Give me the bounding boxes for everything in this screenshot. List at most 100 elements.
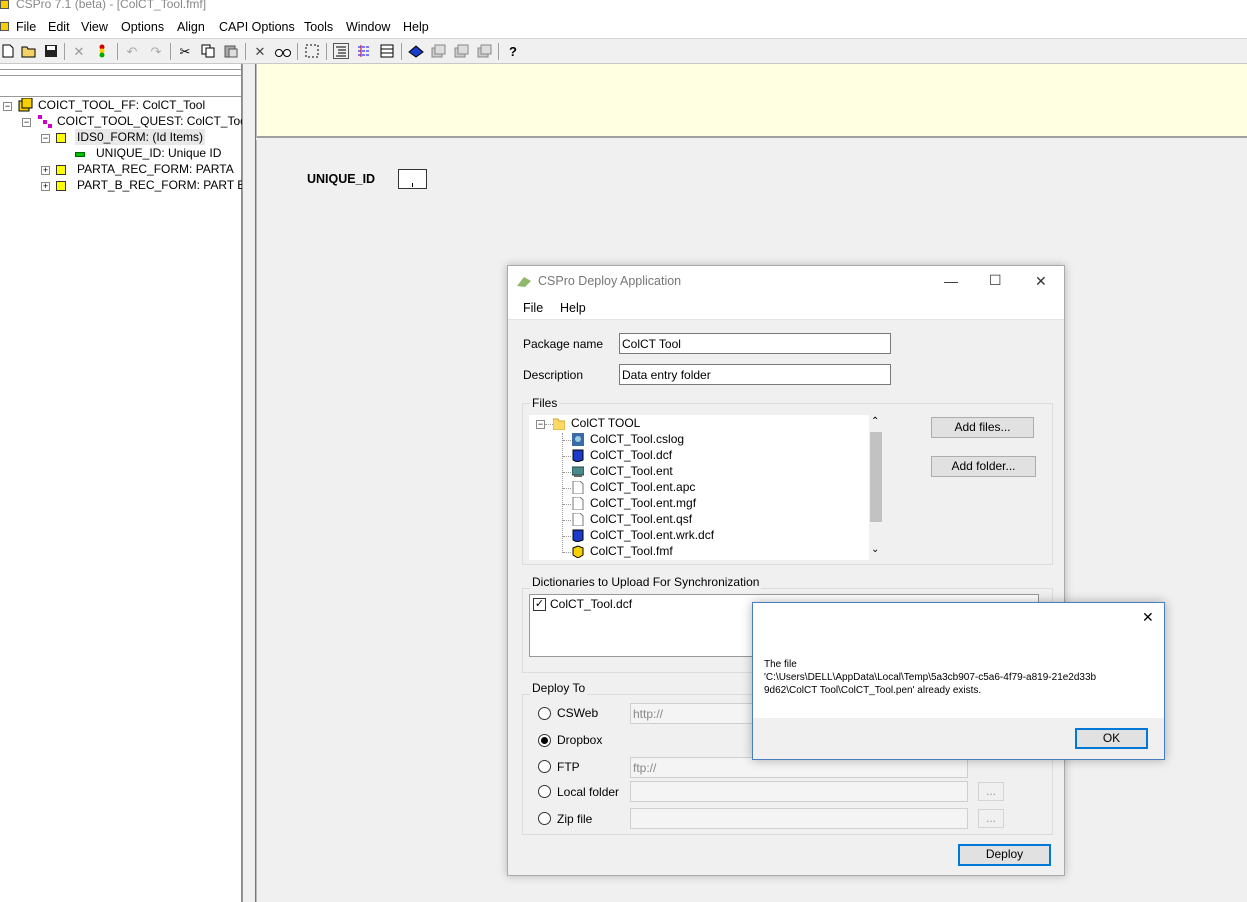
file-item[interactable]: ColCT_Tool.ent.apc [572,479,695,495]
menu-align[interactable]: Align [177,20,205,34]
ok-button[interactable]: OK [1075,728,1148,749]
menu-view[interactable]: View [81,20,108,34]
deploy-button[interactable]: Deploy [958,844,1051,866]
tree-item-label: COICT_TOOL_QUEST: ColCT_Tool q [57,114,260,128]
folder-item[interactable]: ColCT TOOL [553,415,640,431]
collapse-icon[interactable]: − [41,134,50,143]
tree-item-parta[interactable]: PARTA_REC_FORM: PARTA [77,161,234,177]
tree-item-quest[interactable]: COICT_TOOL_QUEST: ColCT_Tool q [37,113,260,129]
tree-pane: − COICT_TOOL_FF: ColCT_Tool − COICT_TOOL… [0,64,260,902]
form-icon[interactable] [431,43,447,59]
menu-file[interactable]: File [16,20,36,34]
file-item[interactable]: ColCT_Tool.ent.mgf [572,495,696,511]
file-item[interactable]: ColCT_Tool.fmf [572,543,673,559]
scroll-down-icon[interactable]: ⌄ [871,545,879,555]
package-name-label: Package name [523,337,604,351]
menu-tools[interactable]: Tools [304,20,333,34]
order-icon[interactable] [356,43,372,59]
menu-options[interactable]: Options [121,20,164,34]
menu-edit[interactable]: Edit [48,20,70,34]
menu-help[interactable]: Help [403,20,429,34]
open-icon[interactable] [21,43,37,59]
form2-icon[interactable] [454,43,470,59]
form-icon [56,181,66,191]
maximize-icon[interactable]: ☐ [989,272,1002,289]
field-label[interactable]: UNIQUE_ID [307,172,375,186]
local-folder-browse-button[interactable]: ... [978,782,1004,801]
zip-file-browse-button[interactable]: ... [978,809,1004,828]
file-item[interactable]: ColCT_Tool.dcf [572,447,672,463]
file-item[interactable]: ColCT_Tool.cslog [572,431,684,447]
close-icon[interactable]: ✕ [1035,273,1047,290]
form-header-strip [256,64,1247,138]
file-item[interactable]: ColCT_Tool.ent.qsf [572,511,692,527]
select-icon[interactable] [304,43,320,59]
grid-icon[interactable] [379,43,395,59]
form3-icon[interactable] [477,43,493,59]
collapse-icon[interactable]: − [22,118,31,127]
form-icon [56,165,66,175]
form-file-icon [18,98,33,112]
dict-checkbox[interactable]: ✓ [533,598,546,611]
tree-item-partb[interactable]: PART_B_REC_FORM: PART B [77,177,245,193]
local-folder-input[interactable] [630,781,968,802]
package-name-input[interactable]: ColCT Tool [619,333,891,354]
deploy-to-label: Deploy To [530,681,588,695]
files-scrollbar[interactable]: ⌃ ⌄ [869,415,883,560]
tree-item-ids0[interactable]: IDS0_FORM: (Id Items) [75,129,206,145]
csweb-radio[interactable] [538,707,551,720]
file-label: ColCT_Tool.cslog [590,432,685,446]
ftp-radio[interactable] [538,760,551,773]
menu-window[interactable]: Window [346,20,390,34]
dialog-title: CSPro Deploy Application [538,274,682,288]
zip-file-input[interactable] [630,808,968,829]
redo-icon[interactable]: ↷ [148,43,164,59]
dropbox-radio[interactable] [538,734,551,747]
run-icon[interactable] [94,43,110,59]
files-tree[interactable]: − ColCT TOOL ColCT_Tool.cslog ColCT_Tool… [529,415,883,560]
close-icon[interactable]: ✕ [1142,609,1154,626]
dictionary-file-icon [572,449,584,462]
pane-splitter[interactable] [242,64,256,902]
collapse-icon[interactable]: − [3,102,12,111]
file-icon [572,480,584,494]
description-input[interactable]: Data entry folder [619,364,891,385]
collapse-icon[interactable]: − [536,420,545,429]
file-item[interactable]: ColCT_Tool.ent [572,463,673,479]
local-folder-radio[interactable] [538,785,551,798]
expand-icon[interactable]: + [41,182,50,191]
new-icon[interactable] [0,43,16,59]
help-icon[interactable]: ? [505,43,521,59]
cslog-file-icon [572,432,584,446]
deploy-dialog: CSPro Deploy Application — ☐ ✕ File Help… [507,265,1065,876]
tree-item-unique-id[interactable]: UNIQUE_ID: Unique ID [96,145,221,161]
find-icon[interactable] [275,43,291,59]
undo-icon[interactable]: ↶ [124,43,140,59]
tree-item-ff[interactable]: COICT_TOOL_FF: ColCT_Tool [18,97,205,113]
scroll-up-icon[interactable]: ⌃ [871,417,879,427]
folder-icon [553,418,565,430]
add-folder-button[interactable]: Add folder... [931,456,1036,477]
minimize-icon[interactable]: — [944,273,958,289]
dictionary-icon[interactable] [408,43,424,59]
file-label: ColCT_Tool.ent.qsf [590,512,693,526]
ftp-url-input[interactable]: ftp:// [630,757,968,778]
save-icon[interactable] [43,43,59,59]
delete-icon[interactable]: ✕ [252,43,268,59]
file-label: ColCT_Tool.dcf [590,448,673,462]
scroll-thumb[interactable] [870,432,882,522]
paste-icon[interactable] [223,43,239,59]
tree-icon[interactable] [333,43,349,59]
message-body: ✕ The file 'C:\Users\DELL\AppData\Local\… [753,603,1164,718]
generate-icon[interactable]: ✕ [71,43,87,59]
menu-help[interactable]: Help [560,301,586,315]
zip-file-radio[interactable] [538,812,551,825]
field-tick [412,183,413,187]
menu-file[interactable]: File [523,301,543,315]
add-files-button[interactable]: Add files... [931,417,1034,438]
expand-icon[interactable]: + [41,166,50,175]
file-item[interactable]: ColCT_Tool.ent.wrk.dcf [572,527,714,543]
menu-capi-options[interactable]: CAPI Options [219,20,295,34]
cut-icon[interactable]: ✂ [177,43,193,59]
copy-icon[interactable] [200,43,216,59]
